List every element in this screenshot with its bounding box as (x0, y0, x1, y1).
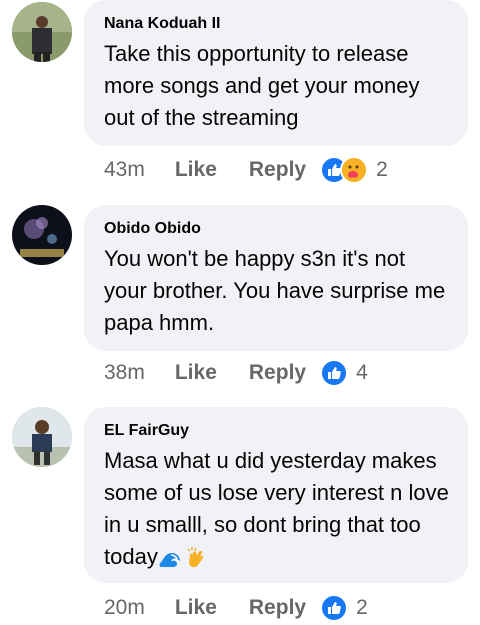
reaction-count: 2 (376, 158, 388, 181)
reactions-summary[interactable]: 4 (320, 359, 368, 387)
comment-actions: 43m Like Reply 2 (104, 155, 388, 185)
comment-text: Take this opportunity to release more so… (104, 41, 420, 130)
care-icon (340, 156, 369, 184)
like-button[interactable]: Like (175, 596, 217, 620)
clapping-hands-emoji (184, 545, 210, 571)
reaction-count: 4 (356, 361, 368, 384)
avatar[interactable] (12, 407, 72, 467)
like-icon (320, 594, 349, 622)
comment-text: You won't be happy s3n it's not your bro… (104, 246, 446, 335)
comment-text: Masa what u did yesterday makes some of … (104, 445, 450, 573)
reply-button[interactable]: Reply (249, 158, 306, 182)
comment-timestamp[interactable]: 43m (104, 158, 145, 182)
comment-text-content: Masa what u did yesterday makes some of … (104, 448, 449, 569)
comment-timestamp[interactable]: 20m (104, 596, 145, 620)
like-button[interactable]: Like (175, 361, 217, 385)
comment-bubble: Obido Obido You won't be happy s3n it's … (84, 205, 468, 351)
reply-button[interactable]: Reply (249, 596, 306, 620)
like-button[interactable]: Like (175, 158, 217, 182)
reactions-summary[interactable]: 2 (320, 594, 368, 622)
comment-author[interactable]: Obido Obido (104, 219, 450, 239)
comment-actions: 38m Like Reply 4 (104, 358, 368, 388)
comment-author[interactable]: EL FairGuy (104, 421, 450, 441)
reply-button[interactable]: Reply (249, 361, 306, 385)
avatar[interactable] (12, 205, 72, 265)
like-icon (320, 359, 349, 387)
reactions-summary[interactable]: 2 (320, 156, 388, 184)
comment-actions: 20m Like Reply 2 (104, 593, 368, 623)
reaction-count: 2 (356, 596, 368, 619)
water-wave-emoji (158, 545, 184, 571)
comment-bubble: EL FairGuy Masa what u did yesterday mak… (84, 407, 468, 583)
comment-timestamp[interactable]: 38m (104, 361, 145, 385)
comment-bubble: Nana Koduah II Take this opportunity to … (84, 0, 468, 146)
comment-author[interactable]: Nana Koduah II (104, 14, 450, 34)
avatar[interactable] (12, 2, 72, 62)
